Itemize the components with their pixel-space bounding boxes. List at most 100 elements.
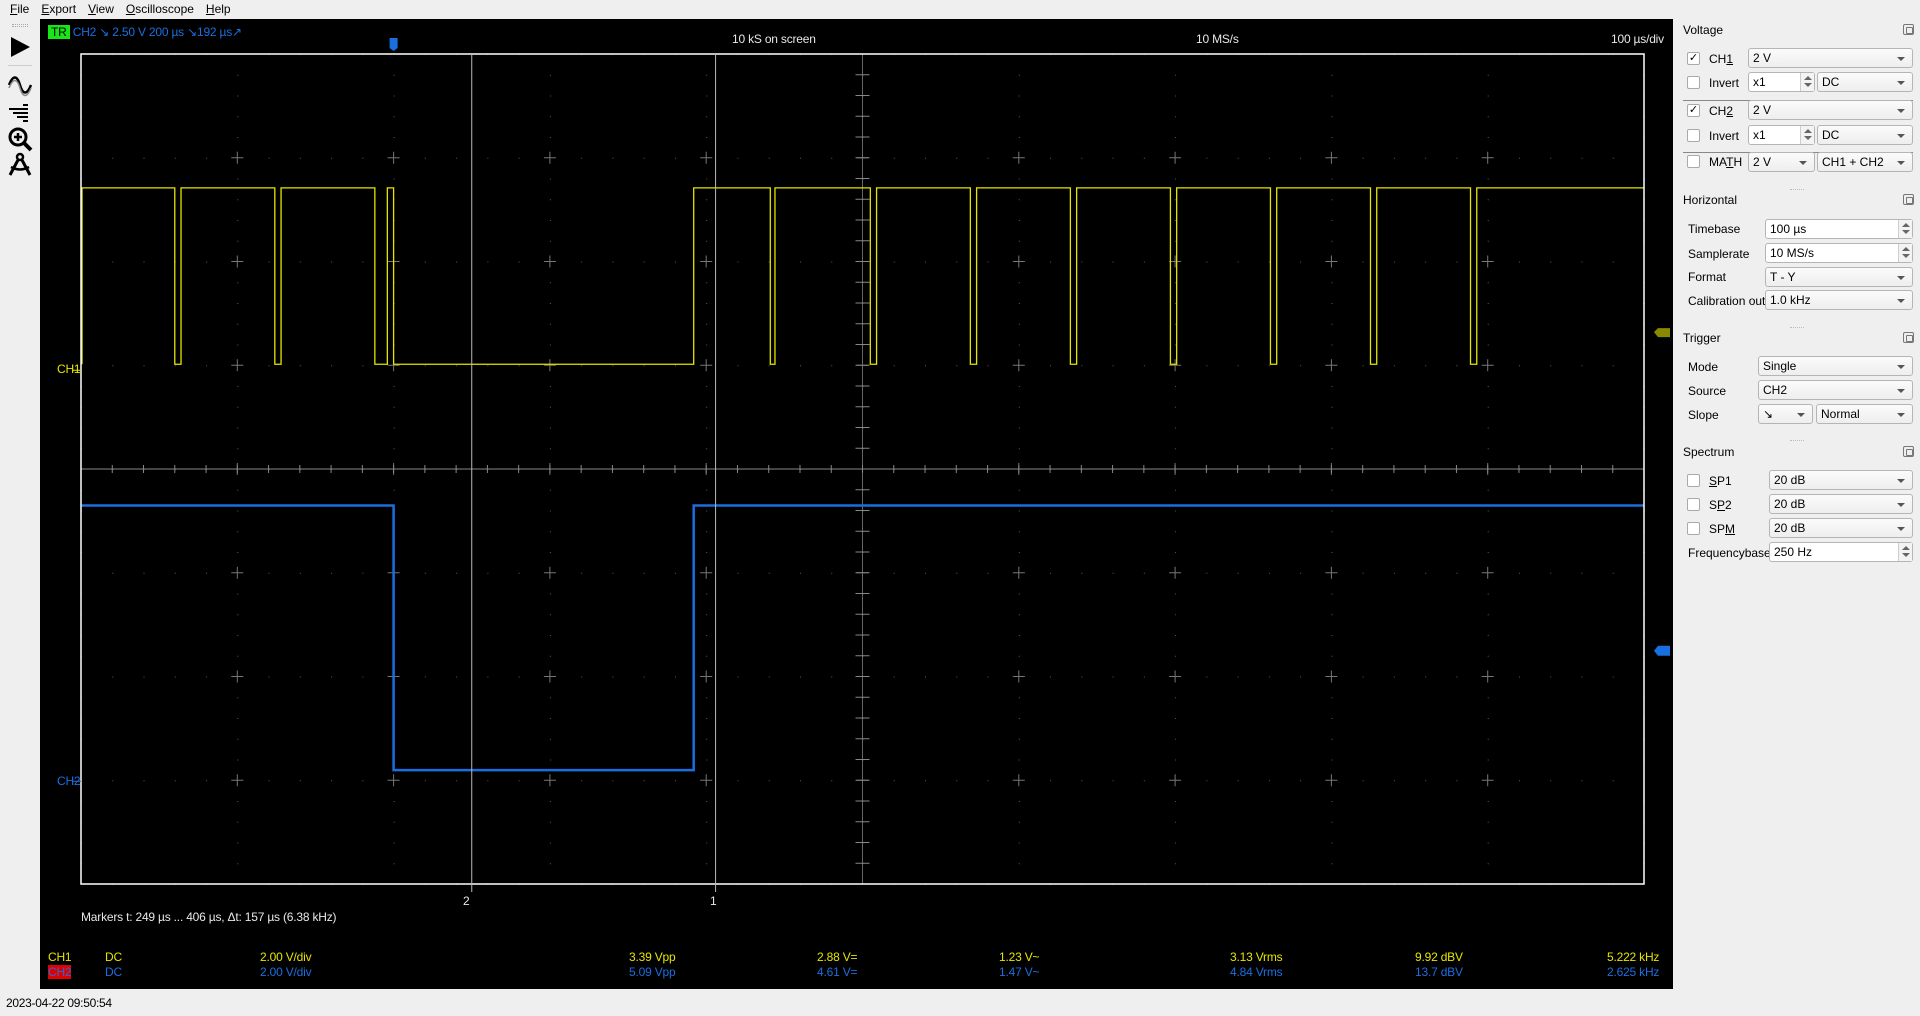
trigger-resize-grip[interactable]: [1790, 440, 1804, 441]
ch1-gain-select[interactable]: 2 V: [1748, 48, 1913, 68]
grid-dot: [143, 261, 145, 263]
menu-help-mnemonic: H: [205, 2, 215, 16]
grid-dot: [706, 801, 708, 802]
play-icon: [11, 37, 30, 57]
grid-dot: [1456, 261, 1458, 263]
sp2-label-mnemonic: P: [1717, 498, 1726, 512]
grid-dot: [237, 552, 239, 553]
ch2-probe-value: x1: [1753, 128, 1766, 142]
spm-magnitude-select[interactable]: 20 dB: [1769, 518, 1913, 538]
grid-dot: [1487, 863, 1489, 865]
grid-dot: [1331, 220, 1333, 221]
grid-dot: [1081, 676, 1083, 678]
grid-dot: [549, 531, 551, 533]
grid-dot: [206, 157, 208, 159]
ch2-level-label[interactable]: CH2: [57, 774, 81, 788]
timebase-spinbox[interactable]: 100 µs: [1765, 219, 1913, 239]
sp2-magnitude-select[interactable]: 20 dB: [1769, 494, 1913, 514]
grid-dot: [518, 780, 520, 782]
voltage-float-icon[interactable]: [1903, 24, 1914, 35]
ch1-level-label[interactable]: CH1: [57, 362, 81, 376]
grid-dot: [331, 261, 333, 263]
grid-dot: [1237, 572, 1239, 574]
trigger-float-icon[interactable]: [1903, 332, 1914, 343]
samplerate-spinbox[interactable]: 10 MS/s: [1765, 243, 1913, 263]
math-mode-select[interactable]: CH1 + CH2: [1817, 152, 1913, 172]
ch1-coupling-select[interactable]: DC: [1817, 72, 1913, 92]
run-stop-button[interactable]: [4, 32, 36, 62]
toolbar-grip[interactable]: [12, 24, 28, 27]
grid-dot: [237, 406, 239, 408]
marker-1-label[interactable]: 1: [710, 894, 717, 908]
frequencybase-spinbox[interactable]: 250 Hz: [1769, 542, 1913, 562]
trigger-source-select[interactable]: CH2: [1758, 380, 1913, 400]
horizontal-resize-grip[interactable]: [1790, 327, 1804, 328]
grid-dot: [1300, 365, 1302, 367]
grid-dot: [1487, 282, 1489, 284]
grid-dot: [1143, 157, 1145, 159]
horizontal-float-icon[interactable]: [1903, 194, 1914, 205]
grid-dot: [237, 427, 239, 429]
ch1-enable-checkbox[interactable]: ✓: [1687, 52, 1700, 65]
math-enable-checkbox[interactable]: [1687, 155, 1700, 168]
ch1-probe-spin-arrows[interactable]: [1800, 73, 1814, 91]
ch1-invert-checkbox[interactable]: [1687, 76, 1700, 89]
grid-dot: [362, 261, 364, 263]
math-gain-select[interactable]: 2 V: [1748, 152, 1815, 172]
grid-dot: [956, 780, 958, 782]
grid-dot: [1487, 344, 1489, 346]
sp1-checkbox[interactable]: [1687, 474, 1700, 487]
format-select[interactable]: T - Y: [1765, 267, 1913, 287]
grid-dot: [1018, 178, 1020, 180]
grid-dot: [549, 655, 551, 657]
menu-export[interactable]: Export: [35, 0, 82, 19]
ch2-probe-spinbox[interactable]: x1: [1748, 125, 1815, 145]
ch2-coupling-select[interactable]: DC: [1817, 125, 1913, 145]
scope-view[interactable]: TR CH2 ↘ 2.50 V 200 µs ↘192 µs↗ 10 kS on…: [40, 19, 1673, 989]
ch2-enable-checkbox[interactable]: ✓: [1687, 104, 1700, 117]
frequencybase-spin-arrows[interactable]: [1898, 543, 1912, 561]
trigger-slope-select[interactable]: ↘: [1758, 404, 1813, 424]
trigger-slope-mode-select[interactable]: Normal: [1816, 404, 1913, 424]
menu-help[interactable]: Help: [200, 0, 237, 19]
horizontal-title: Horizontal: [1683, 193, 1738, 207]
menu-oscilloscope[interactable]: Oscilloscope: [120, 0, 200, 19]
waveform-button[interactable]: [4, 71, 36, 101]
samplerate-spin-arrows[interactable]: [1898, 244, 1912, 262]
trigger-mode-select[interactable]: Single: [1758, 356, 1913, 376]
spectrum-float-icon[interactable]: [1903, 446, 1914, 457]
grid-dot: [1487, 759, 1489, 761]
grid-dot: [549, 593, 551, 595]
grid-dot: [549, 863, 551, 865]
grid-dot: [1456, 780, 1458, 782]
menu-view[interactable]: View: [82, 0, 120, 19]
grid-dot: [1206, 572, 1208, 574]
measure-button[interactable]: [4, 150, 36, 180]
grid-dot: [456, 261, 458, 263]
grid-dot: [674, 157, 676, 159]
voltage-resize-grip[interactable]: [1790, 189, 1804, 190]
grid-dot: [331, 365, 333, 367]
waveform-icon: [7, 76, 33, 97]
sp2-checkbox[interactable]: [1687, 498, 1700, 511]
menu-file[interactable]: File: [4, 0, 35, 19]
ch2-gain-select[interactable]: 2 V: [1748, 100, 1913, 120]
scope-canvas[interactable]: [40, 19, 1673, 989]
grid-dot: [1112, 261, 1114, 263]
grid-dot: [1393, 676, 1395, 678]
grid-dot: [1331, 240, 1333, 242]
timebase-label: Timebase: [1688, 222, 1741, 236]
sp1-magnitude-select[interactable]: 20 dB: [1769, 470, 1913, 490]
ch2-invert-checkbox[interactable]: [1687, 129, 1700, 142]
ch1-probe-spinbox[interactable]: x1: [1748, 72, 1815, 92]
grid-dot: [1018, 842, 1020, 844]
grid-dot: [362, 572, 364, 574]
grid-dot: [1487, 220, 1489, 221]
grid-dot: [956, 676, 958, 678]
ch2-probe-spin-arrows[interactable]: [1800, 126, 1814, 144]
spm-checkbox[interactable]: [1687, 522, 1700, 535]
timebase-spin-arrows[interactable]: [1898, 220, 1912, 238]
marker-2-label[interactable]: 2: [463, 894, 470, 908]
grid-dot: [1018, 489, 1020, 491]
calibration-select[interactable]: 1.0 kHz: [1765, 290, 1913, 310]
